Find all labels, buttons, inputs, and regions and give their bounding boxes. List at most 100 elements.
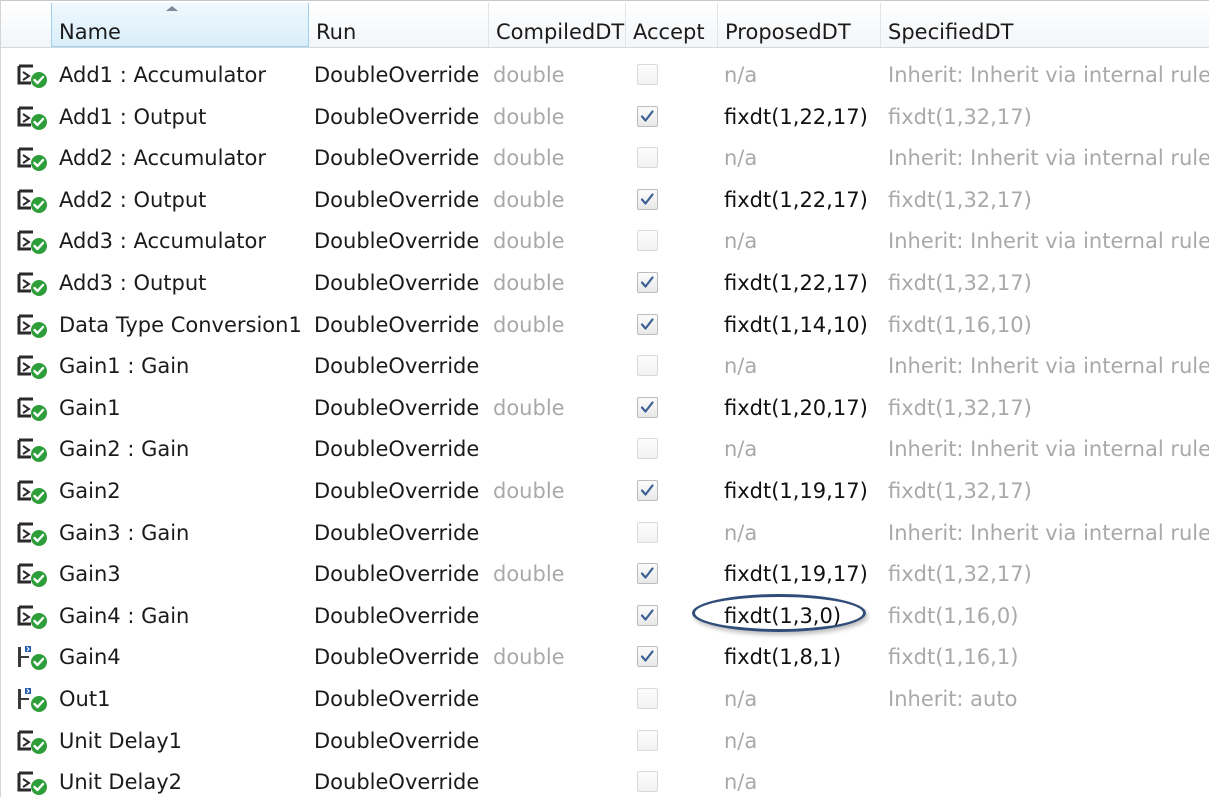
row-proposeddt: fixdt(1,22,17) xyxy=(724,187,868,212)
row-specifieddt: fixdt(1,16,0) xyxy=(888,603,1019,628)
row-proposeddt: n/a xyxy=(724,770,758,795)
row-proposeddt: fixdt(1,3,0) xyxy=(724,603,842,628)
row-proposeddt: n/a xyxy=(724,63,758,87)
block-result-icon xyxy=(17,146,49,172)
row-proposeddt: fixdt(1,14,10) xyxy=(724,312,868,337)
table-row[interactable]: Unit Delay1 DoubleOverride n/a xyxy=(1,721,1209,763)
table-row[interactable]: Add3 : Output DoubleOverride double fixdt(1… xyxy=(1,263,1209,305)
table-row[interactable]: Add2 : Accumulator DoubleOverride double n/… xyxy=(1,138,1209,180)
block-result-icon xyxy=(17,604,49,630)
block-result-icon xyxy=(17,562,49,588)
accept-checkbox[interactable] xyxy=(637,188,658,210)
table-row[interactable]: Gain1 DoubleOverride double fixdt(1,20,17) f… xyxy=(1,388,1209,430)
table-row[interactable]: Gain2 DoubleOverride double fixdt(1,19,17) f… xyxy=(1,471,1209,513)
row-run: DoubleOverride xyxy=(314,354,480,379)
row-compileddt: double xyxy=(493,312,565,337)
row-name: Add2 : Output xyxy=(59,187,207,212)
row-compileddt: double xyxy=(493,478,565,503)
accept-checkbox[interactable] xyxy=(637,396,658,418)
checkmark-icon xyxy=(640,401,654,413)
row-run: DoubleOverride xyxy=(314,770,480,795)
row-specifieddt: fixdt(1,32,17) xyxy=(888,478,1032,503)
accept-checkbox[interactable] xyxy=(637,313,658,335)
table-row[interactable]: Add3 : Accumulator DoubleOverride double n/… xyxy=(1,221,1209,263)
block-result-icon xyxy=(17,396,49,422)
checkmark-icon xyxy=(640,609,654,621)
row-specifieddt: Inherit: auto xyxy=(888,686,1018,711)
block-result-icon xyxy=(17,188,49,214)
row-specifieddt: Inherit: Inherit via internal rule xyxy=(888,146,1209,171)
table-row[interactable]: Gain4 : Gain DoubleOverride fixdt(1,3,0) fi… xyxy=(1,596,1209,638)
block-result-icon xyxy=(17,105,49,131)
accept-checkbox[interactable] xyxy=(637,646,658,668)
accept-checkbox xyxy=(637,64,658,85)
row-proposeddt: n/a xyxy=(724,437,758,462)
row-specifieddt: Inherit: Inherit via internal rule xyxy=(888,520,1209,545)
table-row[interactable]: Gain2 : Gain DoubleOverride n/a Inherit: In… xyxy=(1,429,1209,471)
accept-checkbox[interactable] xyxy=(637,563,658,585)
row-name: Out1 xyxy=(59,686,111,711)
row-specifieddt: Inherit: Inherit via internal rule xyxy=(888,63,1209,87)
row-specifieddt: fixdt(1,32,17) xyxy=(888,562,1032,587)
row-name: Unit Delay1 xyxy=(59,728,183,753)
row-name: Gain2 xyxy=(59,478,121,503)
row-specifieddt: fixdt(1,16,1) xyxy=(888,645,1019,670)
checkmark-icon xyxy=(640,567,654,579)
block-result-icon xyxy=(17,229,49,255)
row-run: DoubleOverride xyxy=(314,686,480,711)
row-run: DoubleOverride xyxy=(314,146,480,171)
row-name: Add1 : Output xyxy=(59,104,207,129)
row-run: DoubleOverride xyxy=(314,187,480,212)
row-run: DoubleOverride xyxy=(314,645,480,670)
column-header-specifieddt[interactable]: SpecifiedDT xyxy=(881,3,1209,47)
block-result-icon xyxy=(17,479,49,505)
block-result-icon xyxy=(17,313,49,339)
table-body: Add1 : Accumulator DoubleOverride double n/… xyxy=(1,55,1209,804)
row-compileddt xyxy=(493,596,625,638)
accept-checkbox[interactable] xyxy=(637,105,658,127)
row-run: DoubleOverride xyxy=(314,562,480,587)
accept-checkbox[interactable] xyxy=(637,604,658,626)
table-row[interactable]: Add2 : Output DoubleOverride double fixdt(1… xyxy=(1,180,1209,222)
row-specifieddt: fixdt(1,32,17) xyxy=(888,395,1032,420)
accept-checkbox xyxy=(637,771,658,793)
block-result-icon xyxy=(17,437,49,463)
table-row[interactable]: Gain4 DoubleOverride double fixdt(1,8,1) fix… xyxy=(1,637,1209,679)
accept-checkbox xyxy=(637,687,658,709)
checkmark-icon xyxy=(640,193,654,205)
row-compileddt: double xyxy=(493,645,565,670)
column-header-run[interactable]: Run xyxy=(309,3,489,47)
row-compileddt xyxy=(493,762,625,804)
row-name: Gain1 xyxy=(59,395,121,420)
block-result-icon xyxy=(17,271,49,297)
row-proposeddt: fixdt(1,19,17) xyxy=(724,478,868,503)
row-run: DoubleOverride xyxy=(314,728,480,753)
results-table: Name Run CompiledDT Accept ProposedDT Sp… xyxy=(0,0,1209,797)
row-name: Add3 : Output xyxy=(59,270,207,295)
row-run: DoubleOverride xyxy=(314,270,480,295)
row-name: Unit Delay2 xyxy=(59,770,183,795)
column-header-proposeddt[interactable]: ProposedDT xyxy=(718,3,881,47)
table-row[interactable]: Add1 : Output DoubleOverride double fixdt(1… xyxy=(1,97,1209,139)
row-run: DoubleOverride xyxy=(314,478,480,503)
table-row[interactable]: Gain3 DoubleOverride double fixdt(1,19,17) f… xyxy=(1,554,1209,596)
row-proposeddt: fixdt(1,8,1) xyxy=(724,645,842,670)
row-run: DoubleOverride xyxy=(314,395,480,420)
row-compileddt xyxy=(493,679,625,721)
table-header: Name Run CompiledDT Accept ProposedDT Sp… xyxy=(1,3,1209,48)
table-row[interactable]: Add1 : Accumulator DoubleOverride double n/… xyxy=(1,55,1209,97)
row-compileddt: double xyxy=(493,146,565,171)
table-row[interactable]: Out1 DoubleOverride n/a Inherit: auto xyxy=(1,679,1209,721)
table-row[interactable]: Gain1 : Gain DoubleOverride n/a Inherit: In… xyxy=(1,346,1209,388)
table-row[interactable]: Gain3 : Gain DoubleOverride n/a Inherit: In… xyxy=(1,513,1209,555)
column-header-name[interactable]: Name xyxy=(51,3,309,47)
column-header-accept[interactable]: Accept xyxy=(626,3,718,47)
accept-checkbox xyxy=(637,521,658,543)
row-compileddt: double xyxy=(493,229,565,254)
table-row[interactable]: Unit Delay2 DoubleOverride n/a xyxy=(1,762,1209,804)
accept-checkbox[interactable] xyxy=(637,271,658,293)
row-run: DoubleOverride xyxy=(314,312,480,337)
column-header-compileddt[interactable]: CompiledDT xyxy=(489,3,626,47)
table-row[interactable]: Data Type Conversion1 DoubleOverride doubl… xyxy=(1,305,1209,347)
accept-checkbox[interactable] xyxy=(637,479,658,501)
